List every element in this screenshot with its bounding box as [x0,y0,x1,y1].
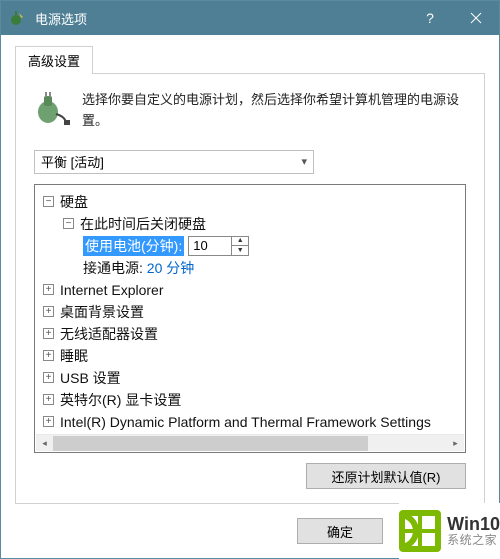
tree-node-intel-graphics[interactable]: + 英特尔(R) 显卡设置 [39,389,461,411]
expand-icon[interactable]: + [43,416,54,427]
horizontal-scrollbar[interactable]: ◂ ▸ [36,434,464,451]
spinner-up-button[interactable]: ▲ [232,237,248,246]
tab-advanced[interactable]: 高级设置 [15,46,93,74]
selected-label: 使用电池(分钟): [83,236,184,256]
client-area: 高级设置 选择你要自定义的电源计划，然后选择你希望计算机管理的电源设置。 平衡 … [1,35,499,518]
description-text: 选择你要自定义的电源计划，然后选择你希望计算机管理的电源设置。 [82,90,466,132]
battery-plug-icon [34,90,70,126]
minutes-spinner[interactable]: ▲ ▼ [188,236,249,256]
expand-icon[interactable]: + [43,350,54,361]
tree-node-hdd[interactable]: − 硬盘 [39,191,461,213]
plan-select[interactable]: 平衡 [活动] ▾ [34,150,314,174]
tree-node-plugged-in[interactable]: 接通电源: 20 分钟 [39,257,461,279]
expand-icon[interactable]: + [43,372,54,383]
tab-strip: 高级设置 [15,45,485,73]
scroll-track[interactable] [53,436,447,451]
tree-node-ie[interactable]: + Internet Explorer [39,279,461,301]
tab-panel: 选择你要自定义的电源计划，然后选择你希望计算机管理的电源设置。 平衡 [活动] … [15,73,485,504]
expand-icon[interactable]: + [43,394,54,405]
restore-defaults-button[interactable]: 还原计划默认值(R) [306,463,466,489]
tree-node-usb[interactable]: + USB 设置 [39,367,461,389]
window-title: 电源选项 [35,9,407,28]
minutes-input[interactable] [189,237,231,255]
help-button[interactable]: ? [407,1,453,35]
expand-icon[interactable]: + [43,328,54,339]
watermark-line2: 系统之家 [447,534,500,547]
tree-node-wireless[interactable]: + 无线适配器设置 [39,323,461,345]
tree-node-on-battery[interactable]: 使用电池(分钟): ▲ ▼ [39,235,461,257]
spinner-down-button[interactable]: ▼ [232,246,248,255]
scroll-right-button[interactable]: ▸ [447,435,464,452]
power-options-window: 电源选项 ? 高级设置 选择你要自定义的电源计划，然后选择你希望计算机管理的电源… [0,0,500,559]
plan-select-value: 平衡 [活动] [41,152,104,171]
close-button[interactable] [453,1,499,35]
expand-icon[interactable]: + [43,284,54,295]
power-icon [9,9,27,27]
tree-node-desktop-bg[interactable]: + 桌面背景设置 [39,301,461,323]
scroll-thumb[interactable] [53,436,368,451]
tree-node-hdd-turnoff[interactable]: − 在此时间后关闭硬盘 [39,213,461,235]
expand-icon[interactable]: + [43,306,54,317]
collapse-icon[interactable]: − [43,196,54,207]
plugged-value: 20 分钟 [147,258,194,278]
ok-button[interactable]: 确定 [297,518,383,544]
collapse-icon[interactable]: − [63,218,74,229]
watermark-logo-icon [399,510,441,552]
description-row: 选择你要自定义的电源计划，然后选择你希望计算机管理的电源设置。 [34,90,466,132]
titlebar: 电源选项 ? [1,1,499,35]
watermark: Win10 系统之家 [399,503,500,559]
tree-node-sleep[interactable]: + 睡眠 [39,345,461,367]
settings-tree[interactable]: − 硬盘 − 在此时间后关闭硬盘 使用电池(分钟): ▲ ▼ [34,184,466,453]
watermark-line1: Win10 [447,515,500,535]
scroll-left-button[interactable]: ◂ [36,435,53,452]
tree-node-intel-dptf[interactable]: + Intel(R) Dynamic Platform and Thermal … [39,411,461,433]
chevron-down-icon: ▾ [301,155,307,168]
